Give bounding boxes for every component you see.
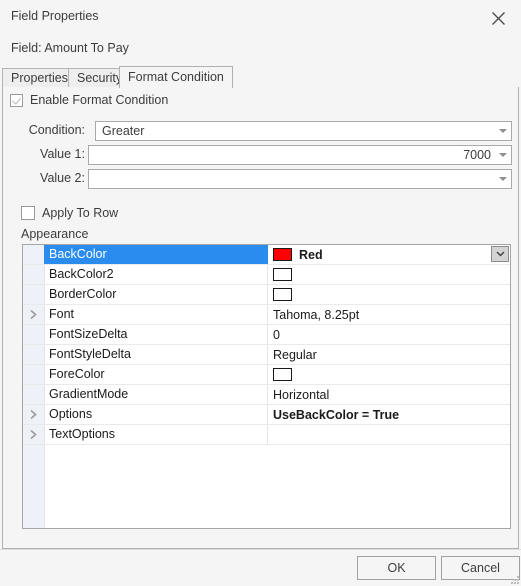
property-value-cell[interactable] — [268, 265, 510, 284]
value2-row: Value 2: — [17, 169, 512, 189]
property-name: TextOptions — [44, 425, 268, 444]
value1-row: Value 1: 7000 — [17, 145, 512, 165]
resize-grip[interactable] — [509, 574, 519, 584]
apply-to-row-label: Apply To Row — [42, 206, 119, 220]
chevron-right-icon[interactable] — [23, 425, 44, 444]
property-name: ForeColor — [44, 365, 268, 384]
row-expander-empty — [23, 385, 44, 404]
property-value-cell[interactable] — [268, 365, 510, 384]
property-row[interactable]: GradientMode Horizontal — [23, 385, 510, 405]
property-value-cell[interactable]: Regular — [268, 345, 510, 364]
chevron-right-icon[interactable] — [23, 305, 44, 324]
condition-label: Condition: — [28, 123, 85, 137]
property-name: Options — [44, 405, 268, 424]
field-name-label: Field: Amount To Pay — [11, 41, 129, 55]
close-button[interactable] — [481, 3, 515, 33]
property-dropdown-button[interactable] — [491, 246, 509, 262]
close-icon — [491, 11, 505, 25]
value2-combobox[interactable] — [88, 169, 512, 189]
enable-format-condition-label: Enable Format Condition — [30, 93, 169, 107]
value1-value: 7000 — [463, 148, 491, 162]
row-expander-empty — [23, 245, 44, 264]
tab-bar: Properties Security Format Condition — [2, 66, 519, 88]
value1-combobox[interactable]: 7000 — [88, 145, 512, 165]
enable-format-condition-checkbox[interactable]: Enable Format Condition — [10, 93, 168, 107]
property-name: BackColor2 — [44, 265, 268, 284]
property-grid-rows: BackColor Red BackColor2 BorderColor Font Tah… — [23, 245, 510, 445]
property-value: Regular — [273, 347, 317, 362]
color-swatch — [273, 248, 292, 261]
property-name: BorderColor — [44, 285, 268, 304]
appearance-group-label: Appearance — [21, 227, 89, 241]
condition-value: Greater — [102, 124, 145, 138]
footer-divider — [0, 549, 521, 550]
format-condition-panel: Enable Format Condition Condition: Great… — [2, 87, 519, 549]
row-expander-empty — [23, 325, 44, 344]
property-row[interactable]: FontSizeDelta 0 — [23, 325, 510, 345]
property-value-cell[interactable] — [268, 425, 510, 444]
chevron-down-icon[interactable] — [495, 170, 511, 188]
window-title: Field Properties — [11, 9, 99, 23]
row-expander-empty — [23, 285, 44, 304]
property-name: BackColor — [44, 245, 268, 264]
property-row[interactable]: BackColor Red — [23, 245, 510, 265]
property-name: GradientMode — [44, 385, 268, 404]
property-value-cell[interactable]: Tahoma, 8.25pt — [268, 305, 510, 324]
chevron-down-icon[interactable] — [495, 146, 511, 164]
property-row[interactable]: Options UseBackColor = True — [23, 405, 510, 425]
color-swatch — [273, 268, 292, 281]
property-row[interactable]: BorderColor — [23, 285, 510, 305]
row-expander-empty — [23, 365, 44, 384]
tab-properties[interactable]: Properties — [2, 68, 77, 88]
color-swatch — [273, 288, 292, 301]
titlebar: Field Properties — [0, 0, 521, 37]
apply-to-row-checkbox[interactable]: Apply To Row — [21, 206, 118, 220]
property-value-cell[interactable]: Red — [268, 245, 510, 264]
condition-row: Condition: Greater — [17, 121, 512, 141]
property-value-cell[interactable]: Horizontal — [268, 385, 510, 404]
appearance-property-grid[interactable]: BackColor Red BackColor2 BorderColor Font Tah… — [22, 244, 511, 529]
row-expander-empty — [23, 265, 44, 284]
tab-format-condition[interactable]: Format Condition — [119, 66, 233, 88]
property-name: FontStyleDelta — [44, 345, 268, 364]
property-value: UseBackColor = True — [273, 407, 400, 422]
property-row[interactable]: TextOptions — [23, 425, 510, 445]
property-row[interactable]: BackColor2 — [23, 265, 510, 285]
field-properties-dialog: Field Properties Field: Amount To Pay Pr… — [0, 0, 521, 586]
property-value: Horizontal — [273, 387, 330, 402]
checkbox-unchecked-icon — [21, 206, 35, 220]
chevron-right-icon[interactable] — [23, 405, 44, 424]
condition-combobox[interactable]: Greater — [95, 121, 512, 141]
row-expander-empty — [23, 345, 44, 364]
color-swatch — [273, 368, 292, 381]
property-value-cell[interactable] — [268, 285, 510, 304]
property-value-cell[interactable]: UseBackColor = True — [268, 405, 510, 424]
property-value-cell[interactable]: 0 — [268, 325, 510, 344]
property-row[interactable]: ForeColor — [23, 365, 510, 385]
property-row[interactable]: FontStyleDelta Regular — [23, 345, 510, 365]
property-row[interactable]: Font Tahoma, 8.25pt — [23, 305, 510, 325]
property-value: Tahoma, 8.25pt — [273, 307, 360, 322]
ok-button[interactable]: OK — [357, 556, 436, 580]
checkbox-checked-icon — [10, 93, 23, 107]
property-value: 0 — [273, 327, 280, 342]
property-name: FontSizeDelta — [44, 325, 268, 344]
property-value: Red — [299, 247, 323, 262]
chevron-down-icon[interactable] — [495, 122, 511, 140]
chevron-down-icon — [496, 251, 504, 257]
value1-label: Value 1: — [40, 147, 85, 161]
value2-label: Value 2: — [40, 171, 85, 185]
property-name: Font — [44, 305, 268, 324]
